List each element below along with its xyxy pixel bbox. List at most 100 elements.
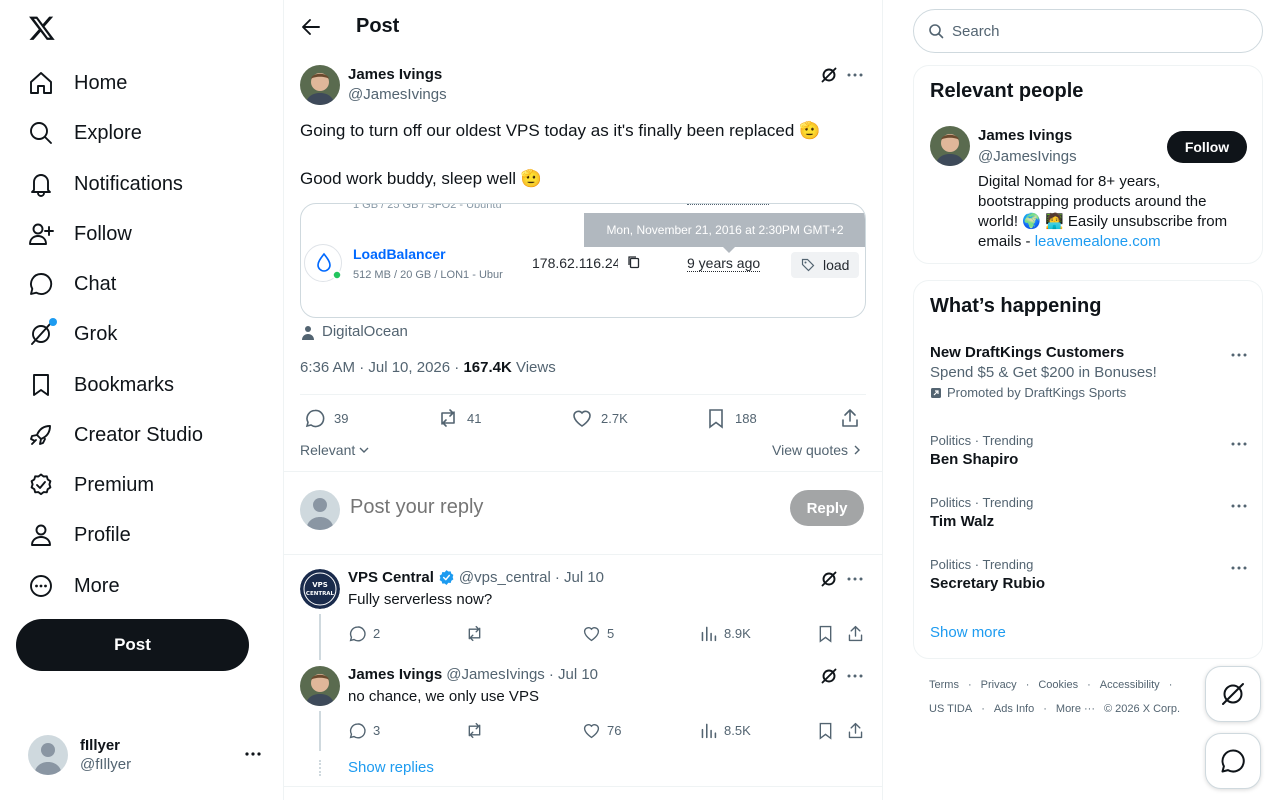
chat-fab-button[interactable] [1205, 733, 1261, 789]
chat-bubble-icon [1221, 749, 1245, 773]
promoted-trend[interactable]: New DraftKings Customers Spend $5 & Get … [930, 344, 1248, 400]
more-dots-icon[interactable] [1230, 497, 1248, 515]
nav-bookmarks[interactable]: Bookmarks [28, 365, 174, 405]
reply-action[interactable]: 3 [348, 721, 380, 740]
bookmark-action[interactable]: 188 [705, 407, 757, 429]
more-dots-icon[interactable] [846, 570, 864, 588]
grok-icon[interactable] [820, 667, 838, 685]
reply-action[interactable]: 39 [304, 407, 348, 429]
grok-icon [28, 318, 57, 347]
more-dots-icon[interactable] [846, 667, 864, 685]
reply-avatar[interactable]: VPS CENTRAL [300, 569, 340, 609]
notification-dot [49, 318, 57, 326]
grok-icon[interactable] [820, 570, 838, 588]
footer-link-more[interactable]: More ··· [1056, 703, 1095, 715]
views-action[interactable]: 8.9K [699, 624, 751, 643]
post-source[interactable]: DigitalOcean [300, 323, 408, 340]
nav-more[interactable]: More [28, 566, 120, 606]
reply-author-handle[interactable]: @JamesIvings [446, 666, 545, 683]
bookmark-action[interactable] [816, 624, 835, 643]
nav-grok[interactable]: Grok [28, 314, 117, 354]
post-button[interactable]: Post [16, 619, 249, 671]
author-name[interactable]: James Ivings [348, 66, 447, 83]
share-action[interactable] [846, 721, 865, 740]
bio-link[interactable]: leavemealone.com [1035, 233, 1161, 250]
verified-icon [28, 472, 54, 498]
nav-chat[interactable]: Chat [28, 264, 116, 304]
reply-author-name[interactable]: VPS Central [348, 569, 434, 586]
repost-action[interactable] [465, 721, 484, 740]
nav-follow[interactable]: Follow [28, 214, 132, 254]
promoted-by: Promoted by DraftKings Sports [947, 385, 1127, 400]
reply-input[interactable] [350, 496, 750, 519]
footer-link-accessibility[interactable]: Accessibility [1100, 679, 1160, 691]
views-count: 8.5K [724, 723, 751, 738]
grok-icon[interactable] [820, 66, 838, 84]
person-handle[interactable]: @JamesIvings [978, 148, 1077, 165]
more-dots-icon[interactable] [1230, 559, 1248, 577]
repost-icon [468, 722, 481, 739]
reply-author-handle[interactable]: @vps_central [459, 569, 551, 586]
person-name[interactable]: James Ivings [978, 127, 1072, 144]
avatar[interactable] [930, 126, 970, 166]
reply-avatar[interactable] [300, 666, 340, 706]
nav-home[interactable]: Home [28, 63, 127, 103]
footer-link-privacy[interactable]: Privacy [981, 679, 1017, 691]
nav-label-notifications: Notifications [74, 172, 183, 195]
share-action[interactable] [846, 624, 865, 643]
nav-premium[interactable]: Premium [28, 465, 154, 505]
reply-author-name[interactable]: James Ivings [348, 666, 442, 683]
post-media-image[interactable]: 1 GB / 25 GB / SFO2 - Ubuntu LoadBalance… [300, 203, 866, 318]
nav-label-chat: Chat [74, 272, 117, 295]
trend-item[interactable]: Politics · Trending Ben Shapiro [930, 433, 1248, 468]
sort-dropdown[interactable]: Relevant [300, 442, 370, 458]
show-replies-link[interactable]: Show replies [348, 759, 434, 776]
like-action[interactable]: 5 [582, 624, 614, 643]
reply-date[interactable]: · Jul 10 [555, 569, 604, 586]
chevron-right-icon [854, 445, 861, 455]
more-dots-icon[interactable] [846, 66, 864, 84]
nav-creator-studio[interactable]: Creator Studio [28, 415, 203, 455]
verified-badge-icon [439, 570, 454, 585]
bookmark-action[interactable] [816, 721, 835, 740]
views-action[interactable]: 8.5K [699, 721, 751, 740]
footer-link-ads-info[interactable]: Ads Info [994, 703, 1034, 715]
footer-link-cookies[interactable]: Cookies [1038, 679, 1078, 691]
nav-notifications[interactable]: Notifications [28, 164, 183, 204]
trend-item[interactable]: Politics · Trending Secretary Rubio [930, 557, 1248, 592]
x-logo-icon[interactable] [28, 14, 56, 42]
nav-label-grok: Grok [74, 322, 118, 345]
repost-action[interactable] [465, 624, 484, 643]
droplet-icon [304, 244, 342, 282]
views-label: Views [511, 359, 556, 376]
follow-button[interactable]: Follow [1167, 131, 1247, 163]
account-switcher[interactable]: fIllyer @fIllyer [28, 735, 268, 775]
trend-item[interactable]: Politics · Trending Tim Walz [930, 495, 1248, 530]
share-action[interactable] [839, 407, 861, 429]
view-quotes-link[interactable]: View quotes [772, 442, 863, 458]
trend-subtitle: Spend $5 & Get $200 in Bonuses! [930, 364, 1157, 381]
search-bar[interactable] [913, 9, 1263, 53]
repost-action[interactable]: 41 [437, 407, 481, 429]
show-more-link[interactable]: Show more [930, 624, 1006, 641]
reply-date[interactable]: · Jul 10 [549, 666, 598, 683]
main-column: Post James Ivings @JamesIvings Going to … [284, 0, 883, 800]
footer-link-terms[interactable]: Terms [929, 679, 959, 691]
like-action[interactable]: 76 [582, 721, 621, 740]
reply-action[interactable]: 2 [348, 624, 380, 643]
author-avatar[interactable] [300, 65, 340, 105]
back-arrow-icon[interactable] [300, 16, 322, 38]
more-dots-icon[interactable] [244, 745, 262, 763]
post-author[interactable]: James Ivings @JamesIvings [348, 66, 447, 103]
nav-profile[interactable]: Profile [28, 515, 131, 555]
more-dots-icon[interactable] [1230, 346, 1248, 364]
author-handle[interactable]: @JamesIvings [348, 86, 447, 103]
footer-link-us-tida[interactable]: US TIDA [929, 703, 972, 715]
search-input[interactable] [952, 22, 1242, 40]
reply-button[interactable]: Reply [790, 490, 864, 526]
nav-explore[interactable]: Explore [28, 113, 142, 153]
grok-fab-button[interactable] [1205, 666, 1261, 722]
more-dots-icon[interactable] [1230, 435, 1248, 453]
like-action[interactable]: 2.7K [571, 407, 628, 429]
media-tooltip: Mon, November 21, 2016 at 2:30PM GMT+2 [584, 213, 865, 247]
